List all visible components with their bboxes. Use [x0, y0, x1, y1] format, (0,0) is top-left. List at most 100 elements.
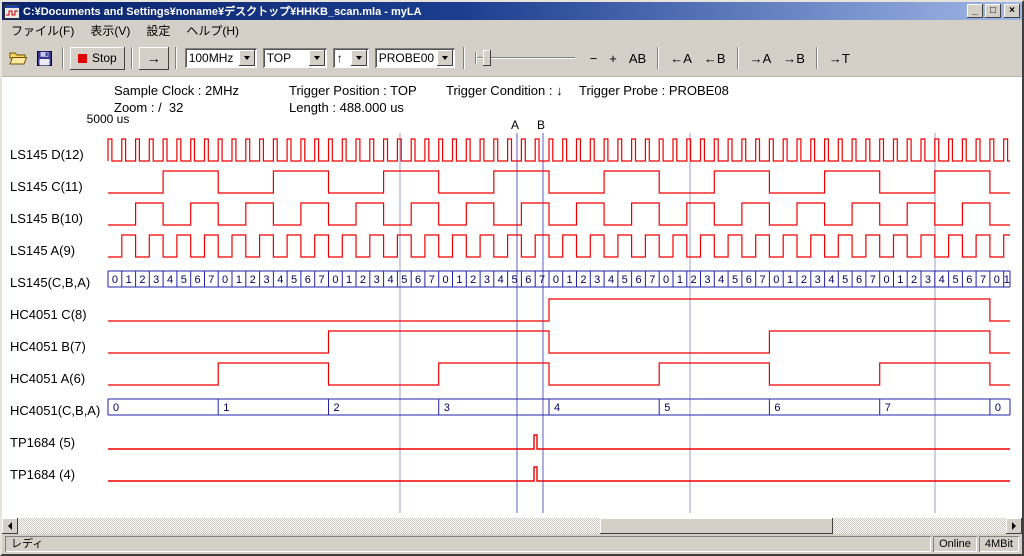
bus-value: 6 — [525, 274, 531, 286]
bus-value: 7 — [980, 274, 986, 286]
bus-value: 2 — [360, 274, 366, 286]
timeline-tick-label: 5000 us — [87, 112, 130, 126]
ab-range-button[interactable]: AB — [624, 49, 651, 68]
trigger-position-dropdown-button[interactable] — [309, 50, 325, 66]
menu-item-file[interactable]: ファイル(F) — [3, 19, 82, 42]
bus-value: 7 — [649, 274, 655, 286]
bus-value: 1 — [346, 274, 352, 286]
horizontal-scrollbar[interactable] — [2, 518, 1022, 534]
bus-value: 2 — [580, 274, 586, 286]
bus-value: 0 — [113, 402, 119, 414]
marker-b-label: B — [537, 118, 545, 132]
trigger-probe-dropdown-button[interactable] — [437, 50, 453, 66]
bus-value: 6 — [305, 274, 311, 286]
bus-value: 3 — [444, 402, 450, 414]
jump-to-trigger-button[interactable]: →T — [824, 49, 855, 68]
jump-to-a-right-button[interactable]: →A — [745, 49, 777, 68]
bus-value: 5 — [181, 274, 187, 286]
channel-label: LS145 C(11) — [10, 179, 83, 194]
bus-value: 6 — [746, 274, 752, 286]
bus-value: 3 — [153, 274, 159, 286]
scroll-left-button[interactable] — [2, 518, 18, 534]
zoom-slider-track[interactable] — [477, 57, 575, 59]
sample-rate-value: 100MHz — [185, 51, 237, 65]
zoom-out-button[interactable]: − — [585, 49, 603, 68]
bus-value: 5 — [952, 274, 958, 286]
bus-value: 3 — [484, 274, 490, 286]
bus-value: 6 — [856, 274, 862, 286]
bus-value: 3 — [374, 274, 380, 286]
minimize-button[interactable]: _ — [967, 4, 983, 18]
channel-label: LS145 B(10) — [10, 211, 83, 226]
channel-label: LS145 D(12) — [10, 147, 84, 162]
bus-value: 1 — [677, 274, 683, 286]
minimize-icon: _ — [972, 6, 978, 16]
stop-icon — [78, 54, 87, 63]
save-floppy-icon — [37, 51, 52, 66]
save-button[interactable] — [32, 46, 56, 70]
maximize-button[interactable]: □ — [985, 4, 1001, 18]
scroll-right-icon — [1012, 522, 1016, 530]
run-button[interactable]: → — [139, 47, 169, 70]
trigger-position-select[interactable]: TOP — [263, 48, 327, 68]
menu-item-help[interactable]: ヘルプ(H) — [178, 19, 247, 42]
channel-label: LS145 A(9) — [10, 243, 75, 258]
trigger-edge-dropdown-button[interactable] — [351, 50, 367, 66]
sample-rate-dropdown-button[interactable] — [239, 50, 255, 66]
bus-value: 1 — [223, 402, 229, 414]
bus-value: 3 — [704, 274, 710, 286]
chevron-down-icon — [314, 56, 320, 60]
bus-value: 2 — [334, 402, 340, 414]
waveform-trace — [108, 331, 1010, 353]
zoom-in-button[interactable]: + — [604, 49, 622, 68]
toolbar-separator — [657, 47, 659, 69]
bus-value: 4 — [939, 274, 945, 286]
bus-value: 0 — [222, 274, 228, 286]
bus-value: 7 — [429, 274, 435, 286]
jump-to-a-left-button[interactable]: ←A — [665, 49, 697, 68]
scroll-right-button[interactable] — [1006, 518, 1022, 534]
open-file-button[interactable] — [6, 46, 30, 70]
chevron-down-icon — [356, 56, 362, 60]
channel-label: HC4051(C,B,A) — [10, 403, 100, 418]
bus-value: 3 — [815, 274, 821, 286]
status-online: Online — [933, 536, 977, 552]
stop-button[interactable]: Stop — [70, 47, 125, 70]
scrollbar-track[interactable] — [18, 518, 1006, 534]
jump-to-b-left-button[interactable]: ←B — [699, 49, 731, 68]
bus-value: 0 — [663, 274, 669, 286]
bus-value: 4 — [277, 274, 283, 286]
bus-value: 4 — [718, 274, 724, 286]
zoom-slider-handle[interactable] — [483, 50, 491, 66]
chevron-down-icon — [442, 56, 448, 60]
waveform-trace — [108, 363, 1010, 385]
bus-value: 1 — [787, 274, 793, 286]
menubar: ファイル(F) 表示(V) 設定 ヘルプ(H) — [2, 20, 1022, 40]
sample-rate-select[interactable]: 100MHz — [185, 48, 257, 68]
trigger-probe-select[interactable]: PROBE00 — [375, 48, 455, 68]
trigger-probe-value: PROBE00 — [375, 51, 435, 65]
run-arrow-icon: → — [147, 50, 161, 66]
bus-value: 3 — [594, 274, 600, 286]
zoom-slider[interactable] — [475, 48, 575, 68]
scrollbar-thumb[interactable] — [600, 518, 833, 534]
bus-value: 6 — [415, 274, 421, 286]
jump-to-b-right-button[interactable]: →B — [778, 49, 810, 68]
menu-item-settings[interactable]: 設定 — [138, 19, 178, 42]
bus-value: 5 — [291, 274, 297, 286]
trigger-position-value: TOP — [263, 51, 307, 65]
bus-value: 5 — [622, 274, 628, 286]
channel-label: LS145(C,B,A) — [10, 275, 90, 290]
bus-value: 5 — [732, 274, 738, 286]
bus-value: 1 — [1004, 274, 1010, 286]
scroll-left-icon — [8, 522, 12, 530]
trigger-edge-select[interactable]: ↑ — [333, 48, 369, 68]
close-button[interactable]: × — [1004, 4, 1020, 18]
bus-value: 4 — [387, 274, 393, 286]
bus-value: 7 — [759, 274, 765, 286]
waveform-canvas[interactable]: 5000 usABLS145 D(12)LS145 C(11)LS145 B(1… — [2, 77, 1022, 518]
bus-value: 2 — [250, 274, 256, 286]
statusbar: レディ Online 4MBit — [2, 534, 1022, 554]
main-content: Sample Clock : 2MHz Trigger Position : T… — [2, 76, 1022, 518]
menu-item-view[interactable]: 表示(V) — [82, 19, 138, 42]
